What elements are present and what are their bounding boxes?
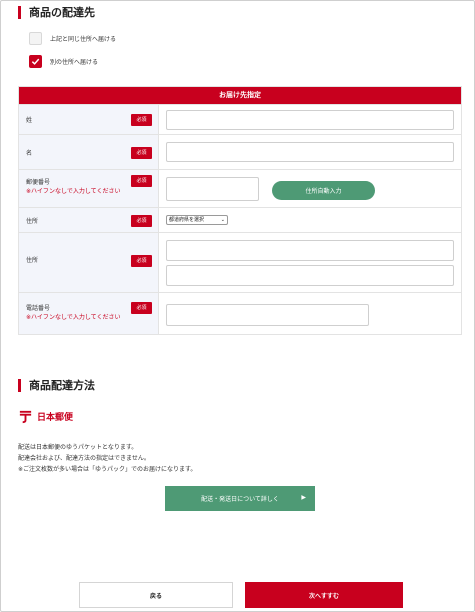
row-label-cell: 住所 必須 xyxy=(19,208,159,232)
option-same-address-label: 上記と同じ住所へ届ける xyxy=(50,36,117,43)
prefecture-select[interactable]: 都道府県を選択 ⌄ xyxy=(166,215,228,225)
checkbox-other-address[interactable] xyxy=(29,55,42,68)
note-no-hyphen: ※ハイフンなしで入力してください xyxy=(26,188,121,195)
row-label-cell: 電話番号 ※ハイフンなしで入力してください 必須 xyxy=(19,293,159,334)
section-title-delivery-method: 商品配達方法 xyxy=(18,379,95,392)
delivery-info-line: ※ご注文枚数が多い場合は「ゆうパック」でのお届けになります。 xyxy=(18,466,197,473)
required-badge: 必須 xyxy=(131,255,152,267)
chevron-down-icon: ⌄ xyxy=(220,217,225,223)
auto-address-button[interactable]: 住所自動入力 xyxy=(272,181,375,200)
next-button[interactable]: 次へすすむ xyxy=(245,582,403,608)
row-label-cell: 住所 必須 xyxy=(19,233,159,292)
row-address-lines: 住所 必須 xyxy=(19,232,461,292)
japan-post-logo-text: 日本郵便 xyxy=(37,413,74,423)
label-first-name: 名 xyxy=(26,150,33,157)
required-badge: 必須 xyxy=(131,215,152,227)
section-title-delivery-address: 商品の配達先 xyxy=(18,6,95,19)
phone-input[interactable] xyxy=(166,304,369,326)
field-cell xyxy=(159,135,461,169)
row-label-cell: 姓 必須 xyxy=(19,105,159,134)
label-postal-code: 郵便番号 xyxy=(26,179,51,186)
last-name-input[interactable] xyxy=(166,110,454,130)
label-address: 住所 xyxy=(26,218,39,225)
required-badge: 必須 xyxy=(131,114,152,126)
address-line2-input[interactable] xyxy=(166,265,454,286)
row-phone: 電話番号 ※ハイフンなしで入力してください 必須 xyxy=(19,292,461,334)
option-other-address[interactable]: 別の住所へ届ける xyxy=(29,55,98,68)
required-badge: 必須 xyxy=(131,302,152,314)
field-cell: 都道府県を選択 ⌄ xyxy=(159,208,461,232)
delivery-form: お届け先指定 姓 必須 名 必須 郵便番号 ※ハイフンなしで入力してください 必… xyxy=(18,86,462,335)
required-badge: 必須 xyxy=(131,175,152,187)
row-first-name: 名 必須 xyxy=(19,134,461,169)
field-cell xyxy=(159,105,461,134)
field-cell: 住所自動入力 xyxy=(159,170,461,207)
label-address: 住所 xyxy=(26,257,39,264)
delivery-details-button-label: 配送・発送日について詳しく xyxy=(201,496,279,503)
required-badge: 必須 xyxy=(131,147,152,159)
field-cell xyxy=(159,233,461,292)
prefecture-select-value: 都道府県を選択 xyxy=(169,217,205,223)
japan-post-logo: 日本郵便 xyxy=(18,409,73,424)
checkbox-same-address[interactable] xyxy=(29,32,42,45)
option-other-address-label: 別の住所へ届ける xyxy=(50,59,99,66)
check-icon xyxy=(31,58,40,65)
back-button[interactable]: 戻る xyxy=(79,582,233,608)
delivery-info-line: 配送は日本郵便のゆうパケットとなります。 xyxy=(18,444,138,451)
row-prefecture: 住所 必須 都道府県を選択 ⌄ xyxy=(19,207,461,232)
address-line1-input[interactable] xyxy=(166,240,454,261)
postal-code-input[interactable] xyxy=(166,177,259,201)
first-name-input[interactable] xyxy=(166,142,454,162)
delivery-info-line: 配達会社および、配達方法の指定はできません。 xyxy=(18,455,150,462)
option-same-address[interactable]: 上記と同じ住所へ届ける xyxy=(29,32,116,45)
label-phone: 電話番号 xyxy=(26,305,51,312)
row-label-cell: 名 必須 xyxy=(19,135,159,169)
japan-post-mark-icon xyxy=(19,410,32,424)
chevron-right-icon: ▶ xyxy=(301,494,306,501)
row-postal-code: 郵便番号 ※ハイフンなしで入力してください 必須 住所自動入力 xyxy=(19,169,461,207)
note-no-hyphen: ※ハイフンなしで入力してください xyxy=(26,314,121,321)
label-last-name: 姓 xyxy=(26,117,33,124)
row-label-cell: 郵便番号 ※ハイフンなしで入力してください 必須 xyxy=(19,170,159,207)
row-last-name: 姓 必須 xyxy=(19,104,461,134)
field-cell xyxy=(159,293,461,334)
form-header: お届け先指定 xyxy=(19,87,461,104)
delivery-details-button[interactable]: 配送・発送日について詳しく ▶ xyxy=(165,486,315,511)
